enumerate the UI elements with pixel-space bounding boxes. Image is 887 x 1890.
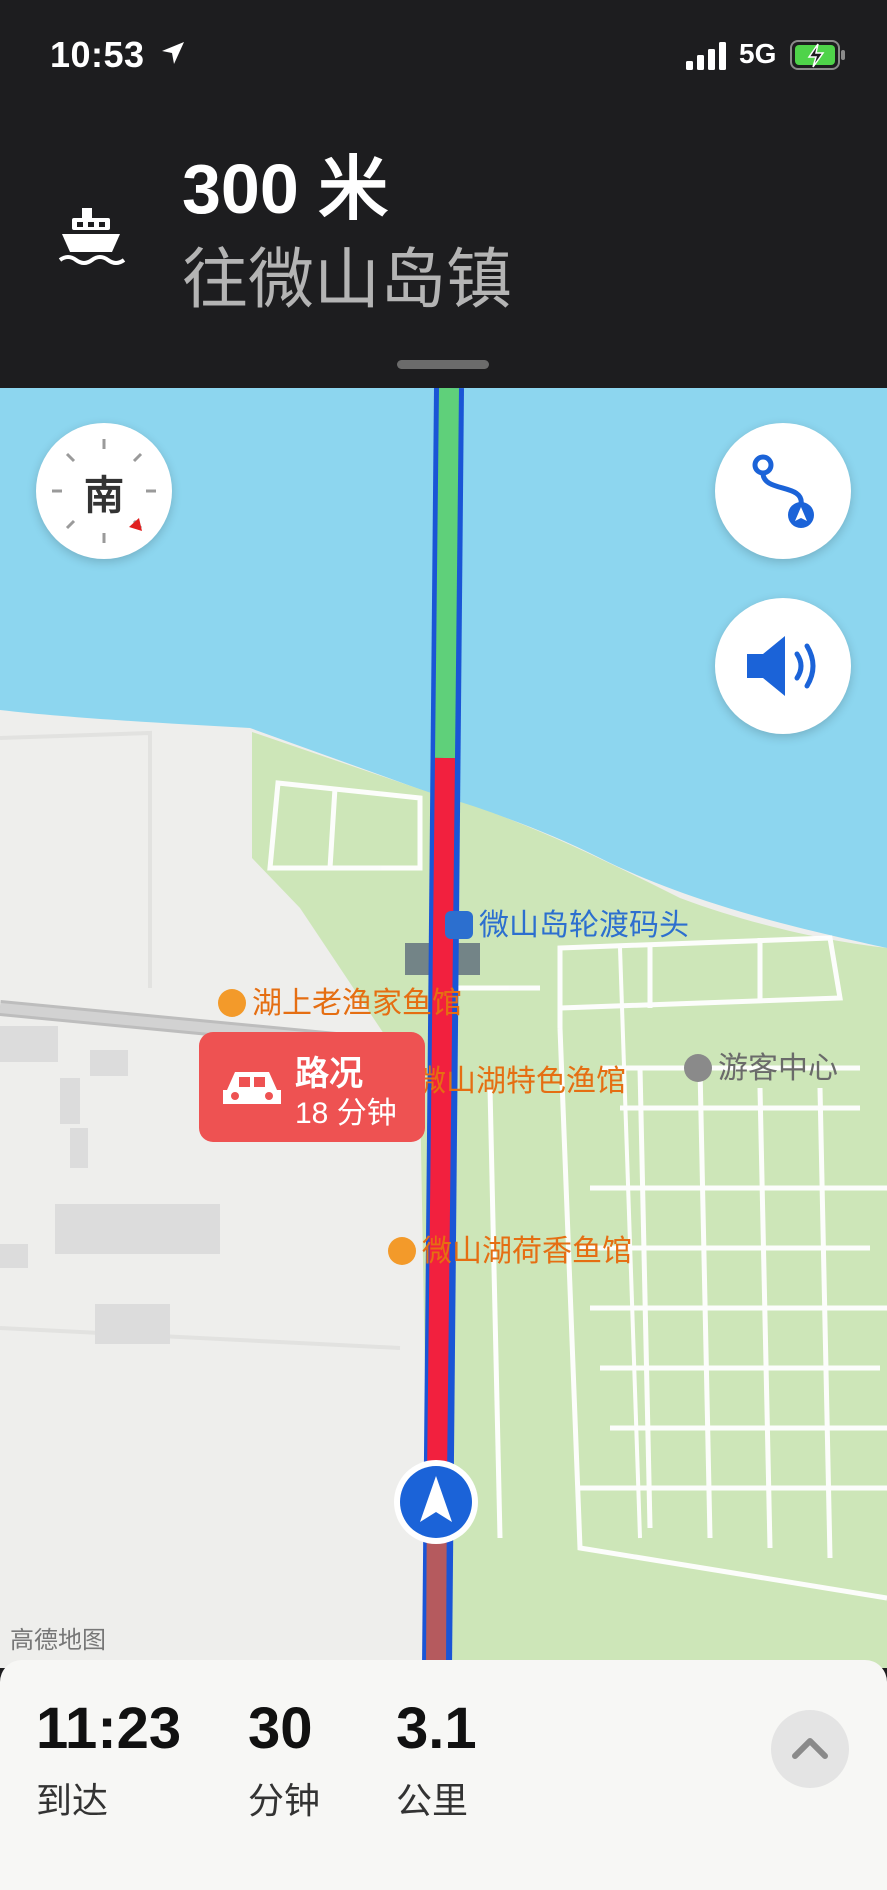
arrival-time: 11:23 [36, 1696, 182, 1761]
trip-summary-panel: 11:23 到达 30 分钟 3.1 公里 [0, 1660, 887, 1890]
traffic-callout[interactable]: 路况 18 分钟 [199, 1032, 425, 1142]
network-type: 5G [739, 38, 777, 69]
chevron-up-icon [792, 1738, 828, 1759]
duration-label: 分钟 [248, 1780, 321, 1821]
location-arrow-icon [162, 42, 184, 64]
arrival-stat: 11:23 到达 [36, 1700, 181, 1824]
poi-restaurant[interactable]: 湖上老渔家鱼馆 [218, 978, 462, 1022]
ferry-terminal-icon [445, 911, 473, 939]
next-road-name: 往微山岛镇 [182, 242, 512, 316]
info-icon [684, 1054, 712, 1082]
restaurant-icon [218, 989, 246, 1017]
maneuver-distance: 300 米 [182, 150, 389, 228]
voice-button[interactable] [715, 598, 851, 734]
duration-value: 30 [248, 1696, 313, 1761]
route-icon [752, 454, 814, 528]
distance-stat: 3.1 公里 [396, 1700, 477, 1824]
compass[interactable]: 南 [36, 423, 172, 559]
ferry-icon [58, 208, 126, 265]
poi-restaurant[interactable]: 微山湖荷香鱼馆 [388, 1226, 632, 1270]
signal-icon [686, 42, 726, 70]
poi-ferry-terminal[interactable]: 微山岛轮渡码头 [445, 900, 689, 944]
map-view[interactable]: 南 微山岛轮渡码头 湖上老渔家鱼馆 游客中心 微山湖特色渔馆 微山湖荷香鱼馆 路… [0, 388, 887, 1668]
car-icon [223, 1072, 281, 1104]
route-overview-button[interactable] [715, 423, 851, 559]
drag-handle[interactable] [397, 360, 489, 369]
status-bar: 10:53 5G [0, 0, 887, 110]
compass-label: 南 [84, 474, 124, 518]
expand-button[interactable] [771, 1710, 849, 1788]
map-brand-watermark: 高德地图 [10, 1627, 106, 1654]
distance-value: 3.1 [396, 1696, 477, 1761]
duration-stat: 30 分钟 [248, 1700, 320, 1824]
traffic-duration: 18 分钟 [295, 1097, 397, 1130]
navigation-header: 300 米 往微山岛镇 [0, 110, 887, 388]
status-time: 10:53 [50, 34, 145, 75]
distance-label: 公里 [396, 1780, 469, 1821]
speaker-icon [747, 636, 816, 696]
battery-charging-icon [790, 40, 845, 70]
poi-visitor-center[interactable]: 游客中心 [684, 1043, 838, 1087]
restaurant-icon [388, 1237, 416, 1265]
current-position-arrow-icon [394, 1460, 478, 1544]
arrival-label: 到达 [36, 1780, 109, 1821]
